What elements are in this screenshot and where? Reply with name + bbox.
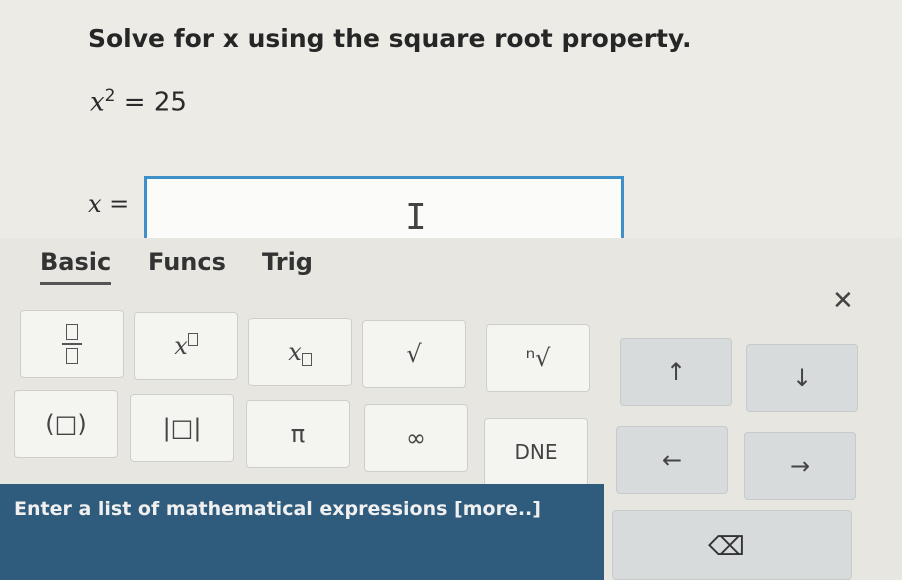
infinity-key[interactable]: ∞ — [364, 404, 468, 472]
equation-rhs: = 25 — [123, 87, 187, 118]
down-arrow-key[interactable]: ↓ — [746, 344, 858, 412]
tab-basic[interactable]: Basic — [40, 248, 112, 285]
dne-key[interactable]: DNE — [484, 418, 588, 486]
fraction-key[interactable] — [20, 310, 124, 378]
tab-trig[interactable]: Trig — [262, 248, 313, 282]
subscript-key[interactable]: x — [248, 318, 352, 386]
nth-root-key[interactable]: ⁿ√ — [486, 324, 590, 392]
equation-exponent: 2 — [104, 86, 116, 106]
equation-lhs: x — [90, 87, 105, 118]
question-prompt: Solve for x using the square root proper… — [88, 24, 692, 53]
close-icon[interactable]: ✕ — [832, 286, 854, 316]
hint-bar: Enter a list of mathematical expressions… — [0, 484, 604, 580]
abs-key[interactable]: |□| — [130, 394, 234, 462]
left-arrow-key[interactable]: ← — [616, 426, 728, 494]
sqrt-key[interactable]: √ — [362, 320, 466, 388]
text-cursor-icon: I — [405, 197, 427, 238]
power-key[interactable]: x — [134, 312, 238, 380]
paren-key[interactable]: (□) — [14, 390, 118, 458]
equation: x2 = 25 — [90, 86, 187, 118]
up-arrow-key[interactable]: ↑ — [620, 338, 732, 406]
backspace-icon[interactable]: ⌫ — [708, 532, 745, 562]
tab-funcs[interactable]: Funcs — [148, 248, 226, 282]
answer-input[interactable]: I — [144, 176, 624, 244]
answer-label: x = — [88, 190, 130, 218]
right-arrow-key[interactable]: → — [744, 432, 856, 500]
pi-key[interactable]: π — [246, 400, 350, 468]
hint-text: Enter a list of mathematical expressions… — [14, 498, 541, 520]
